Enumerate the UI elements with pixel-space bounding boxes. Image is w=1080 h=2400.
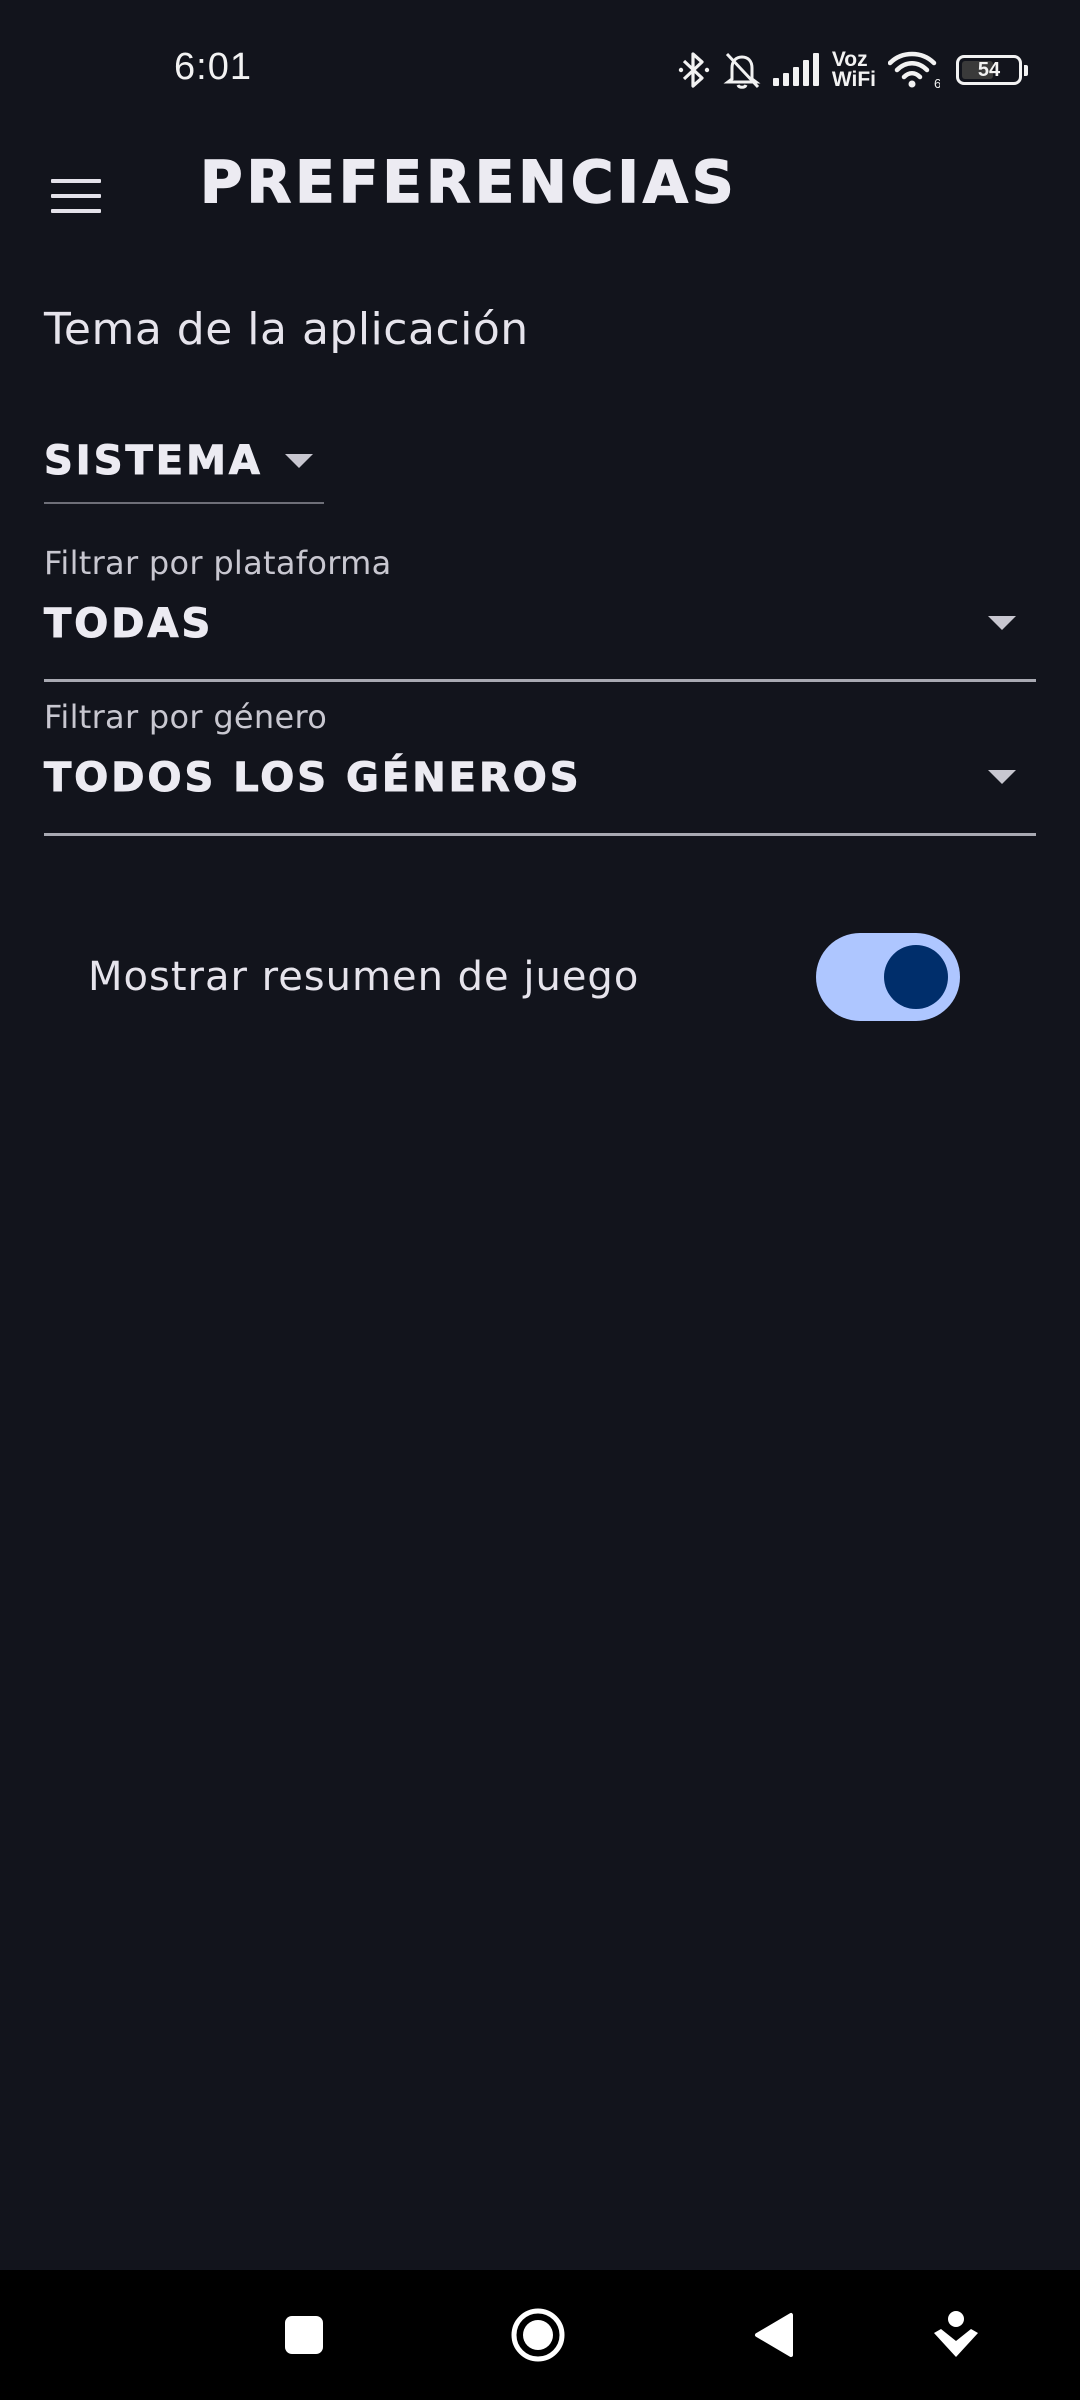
genre-filter-label: Filtrar por género [44, 698, 328, 736]
platform-filter-value: TODAS [43, 601, 214, 648]
chevron-down-icon [284, 454, 313, 468]
theme-label: Tema de la aplicación [44, 304, 529, 355]
wifi-sub-label: 6 [934, 76, 940, 90]
theme-value: SISTEMA [44, 438, 263, 485]
app-bar: PREFERENCIAS [0, 140, 1080, 220]
home-circle-icon [511, 2308, 565, 2362]
home-button[interactable] [478, 2270, 598, 2400]
status-bar: 6:01 Voz WiFi 6 54 [0, 0, 1080, 140]
wifi-label: WiFi [831, 68, 876, 91]
battery-level: 54 [977, 58, 1001, 81]
battery-icon: 54 [956, 55, 1028, 85]
assistant-button[interactable] [896, 2270, 1016, 2400]
bell-off-icon [723, 52, 761, 89]
page-title: PREFERENCIAS [199, 147, 738, 217]
navigation-bar [0, 2270, 1080, 2400]
summary-toggle-row[interactable]: Mostrar resumen de juego [88, 932, 960, 1022]
status-icons: Voz WiFi 6 54 [676, 40, 1028, 100]
wifi-icon: 6 [888, 51, 940, 90]
back-button[interactable] [714, 2270, 834, 2400]
signal-icon [772, 53, 819, 86]
recents-button[interactable] [244, 2270, 364, 2400]
menu-icon [51, 179, 101, 213]
voz-label: Voz [831, 48, 868, 71]
platform-filter[interactable]: Filtrar por plataforma TODAS [43, 544, 1036, 682]
assistant-icon [934, 2311, 978, 2357]
bluetooth-icon [678, 52, 710, 88]
platform-filter-label: Filtrar por plataforma [44, 544, 392, 582]
voz-wifi-icon: Voz WiFi [831, 48, 876, 91]
chevron-down-icon [988, 616, 1016, 630]
status-time: 6:01 [174, 46, 252, 88]
summary-toggle-switch[interactable] [816, 933, 960, 1021]
genre-filter[interactable]: Filtrar por género TODOS LOS GÉNEROS [44, 698, 1036, 836]
genre-filter-value: TODOS LOS GÉNEROS [44, 755, 582, 802]
recents-square-icon [285, 2316, 323, 2354]
switch-thumb [884, 945, 948, 1009]
theme-dropdown[interactable]: SISTEMA [44, 428, 324, 504]
summary-toggle-label: Mostrar resumen de juego [88, 954, 640, 1000]
menu-button[interactable] [40, 160, 112, 232]
chevron-down-icon [988, 770, 1016, 784]
back-triangle-icon [755, 2313, 793, 2357]
